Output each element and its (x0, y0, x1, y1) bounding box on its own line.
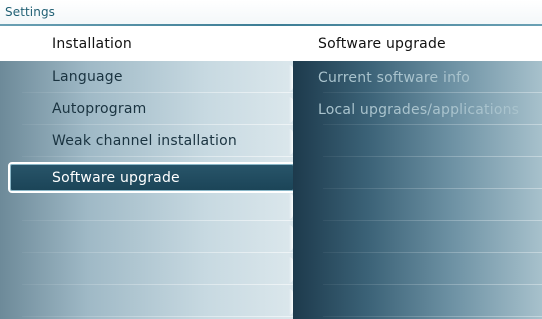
menu-item-label: Weak channel installation (52, 133, 237, 149)
submenu-item-empty-3[interactable] (293, 125, 542, 157)
submenu-item-local-upgrades[interactable]: Local upgrades/applications (293, 93, 542, 125)
menu-item-language[interactable]: Language (0, 61, 293, 93)
submenu-item-current-software-info[interactable]: Current software info (293, 61, 542, 93)
software-upgrade-submenu: Current software info Local upgrades/app… (293, 61, 542, 319)
menu-item-empty-6[interactable] (0, 221, 293, 253)
right-column-title: Software upgrade (318, 36, 446, 52)
menu-item-label: Language (52, 69, 123, 85)
submenu-item-empty-4[interactable] (293, 157, 542, 189)
menu-item-label: Autoprogram (52, 101, 147, 117)
submenu-item-label: Current software info (318, 70, 471, 86)
submenu-item-empty-7[interactable] (293, 253, 542, 285)
column-headers: Installation Software upgrade (0, 26, 542, 61)
submenu-item-label: Local upgrades/applications (318, 102, 520, 118)
selected-item-label: Software upgrade (52, 170, 180, 186)
menu-item-weak-channel-installation[interactable]: Weak channel installation (0, 125, 293, 157)
menu-item-empty-5[interactable] (0, 189, 293, 221)
menu-item-empty-8[interactable] (0, 285, 293, 317)
top-bar: Settings (0, 0, 542, 26)
left-column-title: Installation (52, 36, 132, 52)
submenu-item-empty-6[interactable] (293, 221, 542, 253)
submenu-item-empty-8[interactable] (293, 285, 542, 317)
menu-item-autoprogram[interactable]: Autoprogram (0, 93, 293, 125)
submenu-item-empty-5[interactable] (293, 189, 542, 221)
menu-item-software-upgrade-selected[interactable]: Software upgrade (8, 162, 296, 193)
page-title: Settings (5, 5, 56, 19)
menu-item-empty-7[interactable] (0, 253, 293, 285)
